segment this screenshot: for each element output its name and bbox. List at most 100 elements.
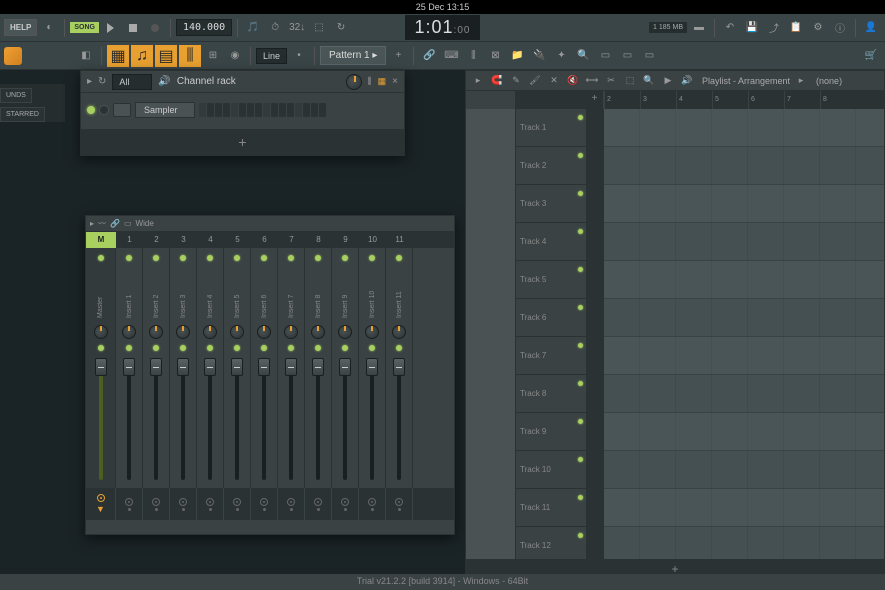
mixer-view-icon[interactable]: ▭ [124,219,132,228]
send-knob[interactable] [287,498,295,506]
route-dot[interactable] [371,508,374,511]
track-header[interactable]: Track 10 [516,451,586,489]
tool-3-icon[interactable]: ▭ [639,46,659,66]
pan-knob[interactable] [311,325,325,339]
tool-link-icon[interactable]: 🔗 [419,46,439,66]
metronome-icon[interactable]: 🎵 [243,18,263,38]
insert-number[interactable]: 4 [197,232,224,248]
send-knob[interactable] [341,498,349,506]
track-header[interactable]: Track 7 [516,337,586,375]
render-button[interactable]: ⤴ [764,18,784,38]
playlist-arrangement[interactable]: ▸ [793,73,809,89]
mixer-insert-strip[interactable]: Insert 6 [251,248,278,488]
track-led[interactable] [578,229,583,234]
back-icon[interactable]: ▸ [87,76,92,87]
sidebar-tab-starred[interactable]: STARRED [0,107,45,122]
song-mode-button[interactable]: SONG [70,22,99,33]
route-dot[interactable] [155,508,158,511]
pattern-picker[interactable] [466,91,516,109]
fader-track[interactable] [99,358,103,480]
insert-number[interactable]: 6 [251,232,278,248]
track-led[interactable] [578,115,583,120]
step[interactable] [311,103,318,117]
view-playlist-button[interactable]: ▦ [107,45,129,67]
bar-number[interactable]: 4 [676,91,712,109]
track-header[interactable]: Track 11 [516,489,586,527]
send-knob[interactable] [260,498,268,506]
track-header[interactable]: Track 6 [516,299,586,337]
channel-mute[interactable] [99,105,109,115]
fader-handle[interactable] [231,358,243,376]
track-led[interactable] [578,381,583,386]
pl-playback-icon[interactable]: ▶ [660,73,676,89]
play-button[interactable] [101,18,121,38]
step[interactable] [199,103,206,117]
strip-led2[interactable] [126,345,132,351]
fader-handle[interactable] [123,358,135,376]
fader-handle[interactable] [393,358,405,376]
pan-knob[interactable] [392,325,406,339]
fader-handle[interactable] [366,358,378,376]
fader-track[interactable] [289,358,293,480]
save-button[interactable]: 💾 [742,18,762,38]
view-channelrack-button[interactable]: ▤ [155,45,177,67]
strip-led[interactable] [207,255,213,261]
track-header[interactable]: Track 9 [516,413,586,451]
step[interactable] [207,103,214,117]
stop-button[interactable] [123,18,143,38]
strip-led2[interactable] [369,345,375,351]
send-knob[interactable] [152,498,160,506]
wait-icon[interactable]: 32↓ [287,18,307,38]
strip-led[interactable] [369,255,375,261]
strip-led2[interactable] [153,345,159,351]
fader-track[interactable] [154,358,158,480]
strip-led[interactable] [180,255,186,261]
track-row[interactable] [604,527,884,559]
channel-name[interactable]: Sampler [135,102,195,118]
fader-track[interactable] [208,358,212,480]
send-knob[interactable] [395,498,403,506]
bar-number[interactable]: 2 [604,91,640,109]
fader-handle[interactable] [312,358,324,376]
pl-delete-icon[interactable]: ✕ [546,73,562,89]
send-knob[interactable] [368,498,376,506]
insert-number[interactable]: 1 [116,232,143,248]
fader-handle[interactable] [150,358,162,376]
pan-knob[interactable] [122,325,136,339]
channel-filter[interactable]: All [112,74,152,90]
graph-icon[interactable]: ⫼ [368,76,372,87]
routing-cell[interactable] [278,488,305,520]
pan-knob[interactable] [149,325,163,339]
pl-slip-icon[interactable]: ⟷ [584,73,600,89]
mixer-insert-strip[interactable]: Insert 1 [116,248,143,488]
step-icon[interactable]: ⬚ [309,18,329,38]
fader-track[interactable] [316,358,320,480]
step[interactable] [263,103,270,117]
strip-led2[interactable] [207,345,213,351]
time-display[interactable]: 1:01:00 [405,15,481,40]
routing-cell[interactable] [143,488,170,520]
pl-paint-icon[interactable]: 🖌 [527,73,543,89]
add-channel-button[interactable]: + [238,134,246,150]
insert-number[interactable]: 7 [278,232,305,248]
view-extra-button[interactable]: ◉ [225,46,245,66]
pan-knob[interactable] [338,325,352,339]
countdown-icon[interactable]: ⏱ [265,18,285,38]
help-button[interactable]: HELP [4,19,37,36]
mixer-insert-strip[interactable]: Insert 8 [305,248,332,488]
route-dot[interactable] [398,508,401,511]
mixer-insert-strip[interactable]: Insert 11 [386,248,413,488]
close-icon[interactable]: × [392,76,398,87]
mixer-view-label[interactable]: Wide [136,219,154,228]
bar-number[interactable]: 8 [820,91,856,109]
fader-handle[interactable] [285,358,297,376]
track-row[interactable] [604,147,884,185]
track-row[interactable] [604,451,884,489]
track-header[interactable]: Track 3 [516,185,586,223]
track-led[interactable] [578,153,583,158]
tool-1-icon[interactable]: ▭ [595,46,615,66]
routing-cell[interactable] [359,488,386,520]
track-row[interactable] [604,299,884,337]
send-knob[interactable] [97,494,105,502]
insert-number[interactable]: 10 [359,232,386,248]
